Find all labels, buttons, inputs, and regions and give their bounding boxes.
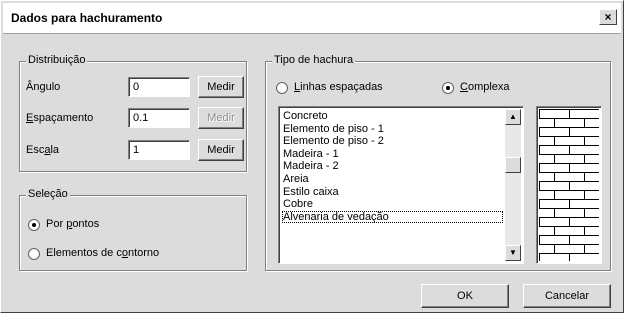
cancel-button[interactable]: Cancelar — [523, 284, 611, 308]
dialog-title: Dados para hachuramento — [11, 11, 163, 25]
selecao-group: Seleção Por pontos Elementos de contorno — [19, 188, 247, 271]
ok-button[interactable]: OK — [421, 284, 509, 308]
distribuicao-legend: Distribuição — [26, 54, 88, 66]
hatch-pattern-items: Concreto Elemento de piso - 1 Elemento d… — [282, 110, 503, 260]
complexa-label[interactable]: Complexa — [460, 81, 510, 93]
angulo-input[interactable] — [128, 77, 190, 97]
elementos-contorno-label[interactable]: Elementos de contorno — [46, 247, 159, 259]
list-item[interactable]: Elemento de piso - 2 — [282, 135, 503, 148]
list-item[interactable]: Estilo caixa — [282, 186, 503, 199]
por-pontos-label[interactable]: Por pontos — [46, 218, 99, 230]
distribuicao-group: Distribuição Ângulo Medir Espaçamento Me… — [19, 54, 247, 172]
angulo-medir-button[interactable]: Medir — [198, 76, 244, 98]
por-pontos-radio[interactable] — [28, 219, 40, 231]
tipo-hachura-group: Tipo de hachura Linhas espaçadas Complex… — [265, 54, 611, 271]
list-item-selected[interactable]: Alvenaria de vedação — [282, 210, 503, 224]
list-item[interactable]: Madeira - 2 — [282, 160, 503, 173]
escala-medir-button[interactable]: Medir — [198, 139, 244, 161]
list-item[interactable]: Elemento de piso - 1 — [282, 123, 503, 136]
escala-label: Escala — [26, 144, 60, 156]
list-item[interactable]: Cobre — [282, 198, 503, 211]
close-icon: × — [604, 10, 612, 24]
espacamento-medir-button[interactable]: Medir — [198, 107, 244, 129]
selecao-legend: Seleção — [26, 188, 70, 200]
scroll-thumb[interactable] — [505, 157, 521, 173]
brick-pattern-icon — [539, 109, 599, 261]
list-scrollbar[interactable]: ▲ ▼ — [505, 109, 521, 261]
title-bar[interactable]: Dados para hachuramento × — [3, 3, 621, 34]
linhas-espacadas-label[interactable]: Linhas espaçadas — [294, 81, 383, 93]
scroll-up-button[interactable]: ▲ — [505, 109, 521, 125]
elementos-contorno-radio[interactable] — [28, 248, 40, 260]
escala-input[interactable] — [128, 140, 190, 160]
hatch-dialog: Dados para hachuramento × Distribuição Â… — [0, 0, 624, 313]
list-item[interactable]: Concreto — [282, 110, 503, 123]
close-button[interactable]: × — [599, 9, 617, 25]
list-item[interactable]: Areia — [282, 173, 503, 186]
complexa-radio[interactable] — [442, 82, 454, 94]
hatch-preview — [536, 106, 602, 264]
tipo-hachura-legend: Tipo de hachura — [272, 54, 356, 66]
angulo-label: Ângulo — [26, 81, 61, 93]
hatch-pattern-list[interactable]: Concreto Elemento de piso - 1 Elemento d… — [278, 106, 524, 264]
linhas-espacadas-radio[interactable] — [276, 82, 288, 94]
espacamento-input[interactable] — [128, 108, 190, 128]
scroll-down-button[interactable]: ▼ — [505, 245, 521, 261]
espacamento-label: Espaçamento — [26, 112, 94, 124]
list-item[interactable]: Madeira - 1 — [282, 148, 503, 161]
